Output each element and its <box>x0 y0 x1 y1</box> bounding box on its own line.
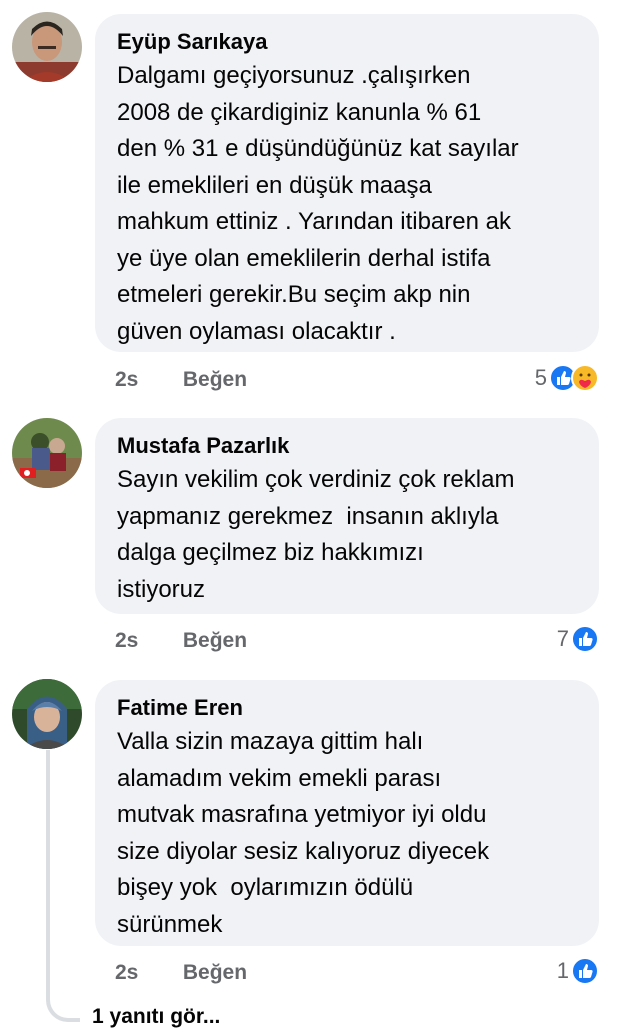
reaction-count: 1 <box>556 958 569 983</box>
avatar[interactable] <box>12 679 82 749</box>
comment-time[interactable]: 2s <box>115 368 177 392</box>
reactions[interactable]: 1 <box>557 957 599 985</box>
comment-author[interactable]: Fatime Eren <box>117 694 577 722</box>
comment-author[interactable]: Eyüp Sarıkaya <box>117 28 577 56</box>
comment-author[interactable]: Mustafa Pazarlık <box>117 432 577 460</box>
reaction-count: 5 <box>534 365 547 390</box>
avatar[interactable] <box>12 418 82 488</box>
like-button[interactable]: Beğen <box>183 368 247 391</box>
like-button[interactable]: Beğen <box>183 961 247 984</box>
comment-text: Sayın vekilim çok verdiniz çok reklam ya… <box>117 466 515 603</box>
reply-thread-line <box>46 750 80 1022</box>
comment-meta: 2s Beğen <box>115 368 247 392</box>
comment-meta: 2s Beğen <box>115 961 247 985</box>
comment-text: Dalgamı geçiyorsunuz .çalışırken 2008 de… <box>117 62 519 345</box>
comment-time[interactable]: 2s <box>115 961 177 985</box>
comment-text: Valla sizin mazaya gittim halı alamadım … <box>117 728 490 938</box>
like-icon <box>571 625 599 653</box>
like-button[interactable]: Beğen <box>183 629 247 652</box>
view-replies-link[interactable]: 1 yanıtı gör... <box>92 1005 220 1029</box>
reactions[interactable]: 5 <box>535 364 599 392</box>
comment-bubble: Fatime Eren Valla sizin mazaya gittim ha… <box>95 680 599 946</box>
comment-meta: 2s Beğen <box>115 629 247 653</box>
comment-bubble: Mustafa Pazarlık Sayın vekilim çok verdi… <box>95 418 599 614</box>
comment-bubble: Eyüp Sarıkaya Dalgamı geçiyorsunuz .çalı… <box>95 14 599 352</box>
comment-time[interactable]: 2s <box>115 629 177 653</box>
avatar[interactable] <box>12 12 82 82</box>
reactions[interactable]: 7 <box>557 625 599 653</box>
like-icon <box>571 957 599 985</box>
care-icon <box>571 364 599 392</box>
reaction-count: 7 <box>556 626 569 651</box>
